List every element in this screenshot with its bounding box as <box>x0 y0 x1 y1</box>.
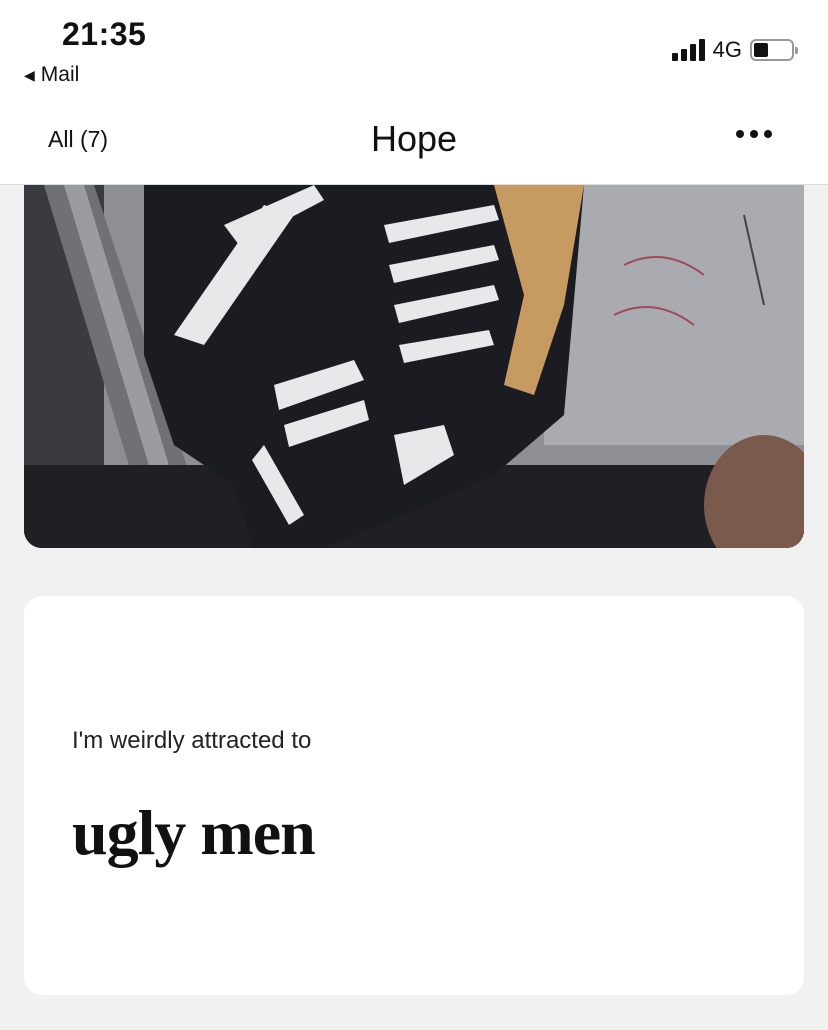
photo-illustration <box>24 185 804 548</box>
back-triangle-icon: ◀ <box>24 66 35 83</box>
prompt-question: I'm weirdly attracted to <box>72 727 312 754</box>
prompt-answer: ugly men <box>72 797 316 868</box>
status-bar: 21:35 ◀ Mail 4G <box>0 0 828 100</box>
network-type: 4G <box>712 37 742 62</box>
cellular-signal-icon <box>671 39 705 61</box>
ellipsis-icon[interactable] <box>736 130 772 138</box>
back-app-label: Mail <box>40 63 80 86</box>
profile-photo[interactable] <box>24 185 804 548</box>
clock: 21:35 <box>62 16 147 52</box>
status-indicators: 4G <box>671 37 798 63</box>
back-to-app-button[interactable]: ◀ Mail <box>24 63 79 87</box>
battery-icon <box>750 39 798 61</box>
battery-level <box>754 43 769 57</box>
navigation-bar: All (7) Hope <box>0 100 828 185</box>
prompt-card[interactable]: I'm weirdly attracted to ugly men <box>24 596 804 995</box>
profile-name-title: Hope <box>370 118 458 159</box>
